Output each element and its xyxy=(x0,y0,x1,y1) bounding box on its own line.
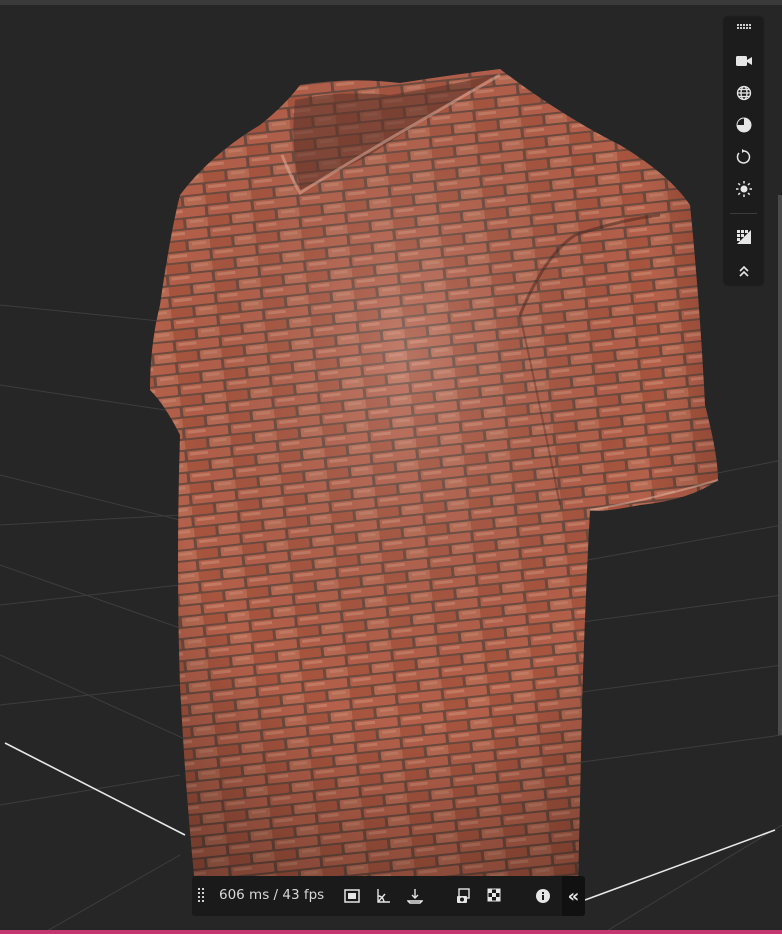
screenshot-icon xyxy=(457,888,470,903)
material-sphere-icon xyxy=(736,117,751,133)
frame-icon xyxy=(344,889,360,903)
light-button[interactable] xyxy=(724,175,763,203)
toolbar-separator xyxy=(730,213,757,214)
3d-viewport[interactable] xyxy=(0,0,782,930)
camera-button[interactable] xyxy=(724,47,763,75)
checker-icon xyxy=(487,888,501,902)
rotate-button[interactable] xyxy=(724,143,763,171)
toolbar-grip-handle[interactable] xyxy=(724,17,763,37)
ground-button[interactable] xyxy=(402,882,428,910)
collapse-toolbar-button[interactable] xyxy=(724,259,763,283)
scrollbar-strip xyxy=(778,195,782,735)
environment-button[interactable] xyxy=(724,79,763,107)
collapse-bar-button[interactable]: « xyxy=(562,876,585,916)
grip-handle-icon[interactable] xyxy=(198,888,206,904)
chevrons-up-icon xyxy=(738,265,749,277)
info-button[interactable] xyxy=(530,882,556,910)
viewer-side-toolbar xyxy=(724,17,763,285)
grip-icon xyxy=(736,24,751,29)
performance-stats: 606 ms / 43 fps xyxy=(219,887,325,903)
screenshot-button[interactable] xyxy=(451,882,477,910)
rotate-icon xyxy=(736,149,750,164)
fit-frame-button[interactable] xyxy=(339,882,365,910)
scene-canvas[interactable] xyxy=(0,5,782,930)
tshirt-model xyxy=(150,69,719,885)
viewer-bottom-toolbar: 606 ms / 43 fps « xyxy=(192,876,585,916)
gradient-icon xyxy=(736,230,751,244)
checker-button[interactable] xyxy=(482,882,508,910)
material-button[interactable] xyxy=(724,111,763,139)
camera-icon xyxy=(735,56,752,66)
accent-bar xyxy=(0,930,782,934)
post-process-button[interactable] xyxy=(724,223,763,251)
light-icon xyxy=(735,181,752,197)
ground-icon xyxy=(407,889,423,904)
info-icon xyxy=(536,889,550,903)
angle-view-button[interactable] xyxy=(370,882,396,910)
angle-icon xyxy=(377,889,390,903)
globe-icon xyxy=(736,85,751,101)
